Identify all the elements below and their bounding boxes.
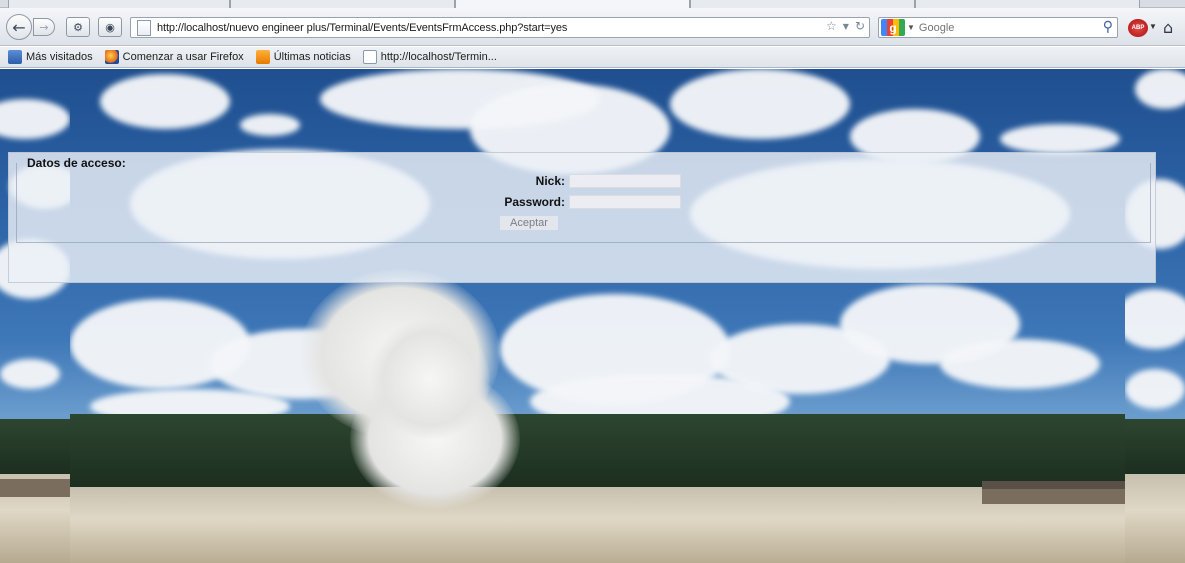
navigation-toolbar: ← → ⚙ ◉ http://localhost/nuevo engineer … xyxy=(0,8,1185,46)
browser-tab[interactable] xyxy=(915,0,1140,8)
bookmarks-bar: Más visitados Comenzar a usar Firefox Úl… xyxy=(0,47,1185,68)
search-engine-dropdown-icon[interactable]: ▼ xyxy=(907,23,915,32)
background-image xyxy=(70,69,1125,563)
reload-icon[interactable]: ↻ xyxy=(855,19,865,33)
bookmark-star-icon[interactable]: ☆ xyxy=(826,19,837,33)
adblock-dropdown-icon[interactable]: ▼ xyxy=(1149,22,1157,31)
home-icon[interactable]: ⌂ xyxy=(1163,18,1173,37)
search-input[interactable] xyxy=(918,21,1089,34)
google-icon[interactable]: g xyxy=(881,19,905,36)
rss-icon xyxy=(255,50,270,64)
search-bar[interactable]: g ▼ ⚲ xyxy=(878,17,1118,38)
forward-arrow-icon: → xyxy=(39,20,49,34)
url-bar[interactable]: http://localhost/nuevo engineer plus/Ter… xyxy=(130,17,870,38)
back-arrow-icon: ← xyxy=(12,17,26,37)
adblock-icon[interactable]: ABP xyxy=(1128,19,1148,37)
password-row: Password: xyxy=(445,195,681,209)
extension-icon: ◉ xyxy=(105,20,115,34)
bookmark-comenzar-firefox[interactable]: Comenzar a usar Firefox xyxy=(104,50,244,64)
star-folder-icon xyxy=(8,50,22,64)
bookmark-ultimas-noticias[interactable]: Últimas noticias xyxy=(255,50,351,64)
nick-label: Nick: xyxy=(535,174,565,188)
aceptar-button[interactable]: Aceptar xyxy=(500,216,558,230)
tab-strip xyxy=(0,0,1185,8)
browser-tab[interactable] xyxy=(690,0,915,8)
page-icon xyxy=(137,19,151,36)
extension-button-2[interactable]: ◉ xyxy=(98,17,122,37)
forward-button[interactable]: → xyxy=(33,18,55,36)
search-icon[interactable]: ⚲ xyxy=(1103,19,1113,35)
password-input[interactable] xyxy=(569,195,681,209)
nick-input[interactable] xyxy=(569,174,681,188)
login-panel: Datos de acceso: Nick: Password: xyxy=(8,152,1156,283)
extension-button-1[interactable]: ⚙ xyxy=(66,17,90,37)
background-side-left xyxy=(0,69,70,563)
back-button[interactable]: ← xyxy=(6,14,32,40)
page-content: Datos de acceso: Nick: Password: Aceptar xyxy=(0,69,1185,563)
firefox-icon xyxy=(104,50,119,64)
password-label: Password: xyxy=(504,195,565,209)
browser-tab-active[interactable] xyxy=(455,0,690,8)
bookmark-mas-visitados[interactable]: Más visitados xyxy=(8,50,93,64)
browser-tab[interactable] xyxy=(230,0,455,8)
extension-icon: ⚙ xyxy=(73,20,83,34)
nick-row: Nick: xyxy=(445,174,681,188)
url-text[interactable]: http://localhost/nuevo engineer plus/Ter… xyxy=(157,22,567,34)
browser-tab[interactable] xyxy=(8,0,230,8)
dropdown-arrow-icon[interactable]: ▼ xyxy=(843,22,849,31)
bookmark-localhost[interactable]: http://localhost/Termin... xyxy=(362,50,497,64)
page-icon xyxy=(362,50,377,64)
background-side-right xyxy=(1125,69,1185,563)
